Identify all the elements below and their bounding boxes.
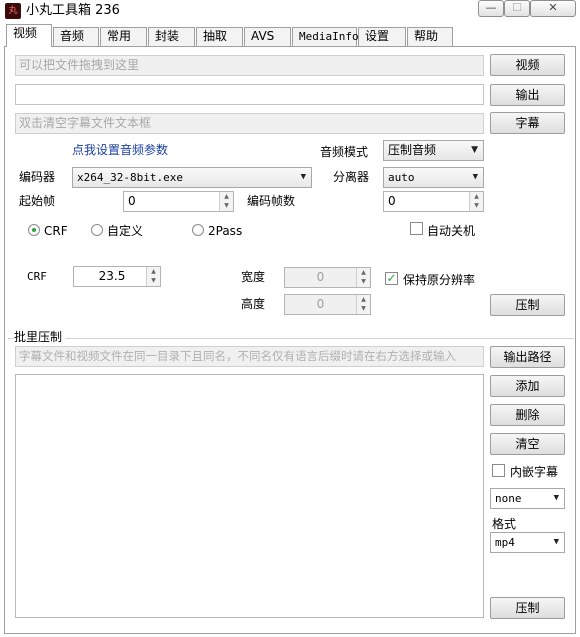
spinner-arrows-icon[interactable]: ▲ ▼ xyxy=(356,295,370,314)
maximize-button[interactable]: ☐ xyxy=(504,0,530,17)
keep-resolution-label: 保持原分辨率 xyxy=(403,273,476,287)
subtitle-suffix-input[interactable]: 字幕文件和视频文件在同一目录下且同名，不同名仅有语言后缀时请在右方选择或输入 xyxy=(15,346,484,367)
audio-mode-value: 压制音频 xyxy=(388,143,437,157)
minimize-button[interactable]: — xyxy=(478,0,504,17)
add-button[interactable]: 添加 xyxy=(490,375,565,397)
chevron-down-icon: ▼ xyxy=(472,172,478,182)
audio-params-link[interactable]: 点我设置音频参数 xyxy=(72,142,168,158)
output-button[interactable]: 输出 xyxy=(490,84,565,106)
tab-video[interactable]: 视频 xyxy=(6,24,52,47)
crf-spinner[interactable]: 23.5 ▲ ▼ xyxy=(73,266,161,287)
audio-mode-label: 音频模式 xyxy=(320,145,369,159)
embed-subtitle-label: 内嵌字幕 xyxy=(510,465,559,479)
two-pass-radio-label: 2Pass xyxy=(208,224,243,238)
subtitle-lang-value: none xyxy=(495,492,522,505)
subtitle-lang-select[interactable]: none ▼ xyxy=(490,488,565,509)
title-bar: 丸 小丸工具箱 236 — ☐ ✕ xyxy=(0,0,580,22)
start-frame-value: 0 xyxy=(128,194,136,208)
subtitle-input-field[interactable]: 双击清空字幕文件文本框 xyxy=(15,113,484,134)
delete-button[interactable]: 删除 xyxy=(490,404,565,426)
auto-shutdown-checkbox[interactable] xyxy=(410,222,423,235)
video-input-field[interactable]: 可以把文件拖拽到这里 xyxy=(15,55,484,76)
encoder-label: 编码器 xyxy=(19,170,56,184)
spinner-arrows-icon[interactable]: ▲ ▼ xyxy=(469,192,483,211)
tab-common[interactable]: 常用 xyxy=(100,27,147,46)
custom-radio[interactable] xyxy=(91,224,103,236)
height-value: 0 xyxy=(316,297,325,311)
encode-button[interactable]: 压制 xyxy=(490,294,565,316)
crf-label: CRF xyxy=(27,270,47,283)
close-button[interactable]: ✕ xyxy=(530,0,576,17)
height-spinner[interactable]: 0 ▲ ▼ xyxy=(284,294,371,315)
tab-audio[interactable]: 音频 xyxy=(53,27,99,46)
tab-mux[interactable]: 封装 xyxy=(148,27,195,46)
tab-help[interactable]: 帮助 xyxy=(407,27,453,46)
spinner-arrows-icon[interactable]: ▲ ▼ xyxy=(219,192,233,211)
spinner-arrows-icon[interactable]: ▲ ▼ xyxy=(356,268,370,287)
demuxer-label: 分离器 xyxy=(333,170,370,184)
width-spinner[interactable]: 0 ▲ ▼ xyxy=(284,267,371,288)
start-frame-label: 起始帧 xyxy=(19,194,56,208)
encode-frames-value: 0 xyxy=(388,194,396,208)
tab-mediainfo[interactable]: MediaInfo xyxy=(292,27,359,46)
demuxer-select[interactable]: auto ▼ xyxy=(383,167,484,188)
subtitle-button[interactable]: 字幕 xyxy=(490,112,565,134)
format-value: mp4 xyxy=(495,536,515,549)
tab-extract[interactable]: 抽取 xyxy=(196,27,243,46)
output-path-button[interactable]: 输出路径 xyxy=(490,346,565,368)
window-title: 小丸工具箱 236 xyxy=(26,3,120,18)
batch-encode-button[interactable]: 压制 xyxy=(490,597,565,619)
start-frame-spinner[interactable]: 0 ▲ ▼ xyxy=(123,191,234,212)
encoder-select[interactable]: x264_32-8bit.exe ▼ xyxy=(72,167,312,188)
encode-frames-spinner[interactable]: 0 ▲ ▼ xyxy=(383,191,484,212)
format-label: 格式 xyxy=(492,517,517,531)
crf-radio[interactable] xyxy=(28,224,40,236)
batch-file-list[interactable] xyxy=(15,374,484,618)
batch-group-label: 批里压制 xyxy=(14,329,66,345)
width-label: 宽度 xyxy=(241,270,266,284)
tab-settings[interactable]: 设置 xyxy=(358,27,406,46)
output-path-field[interactable] xyxy=(15,84,484,105)
width-value: 0 xyxy=(316,270,325,284)
spinner-arrows-icon[interactable]: ▲ ▼ xyxy=(146,267,160,286)
auto-shutdown-label: 自动关机 xyxy=(427,224,476,238)
crf-radio-label: CRF xyxy=(44,224,68,238)
demuxer-value: auto xyxy=(388,171,415,184)
chevron-down-icon: ▼ xyxy=(300,172,306,182)
format-select[interactable]: mp4 ▼ xyxy=(490,532,565,553)
embed-subtitle-checkbox[interactable] xyxy=(492,464,505,477)
chevron-down-icon: ▼ xyxy=(553,537,559,547)
app-icon: 丸 xyxy=(5,3,21,19)
chevron-down-icon: ▼ xyxy=(471,145,478,155)
keep-resolution-checkbox[interactable]: ✓ xyxy=(385,272,398,285)
clear-button[interactable]: 清空 xyxy=(490,433,565,455)
height-label: 高度 xyxy=(241,297,266,311)
audio-mode-select[interactable]: 压制音频 ▼ xyxy=(383,140,484,161)
video-button[interactable]: 视频 xyxy=(490,54,565,76)
chevron-down-icon: ▼ xyxy=(553,493,559,503)
encode-frames-label: 编码帧数 xyxy=(247,194,296,208)
encoder-value: x264_32-8bit.exe xyxy=(77,171,183,184)
tab-avs[interactable]: AVS xyxy=(244,27,291,46)
custom-radio-label: 自定义 xyxy=(107,224,144,238)
two-pass-radio[interactable] xyxy=(192,224,204,236)
crf-value: 23.5 xyxy=(98,269,126,283)
